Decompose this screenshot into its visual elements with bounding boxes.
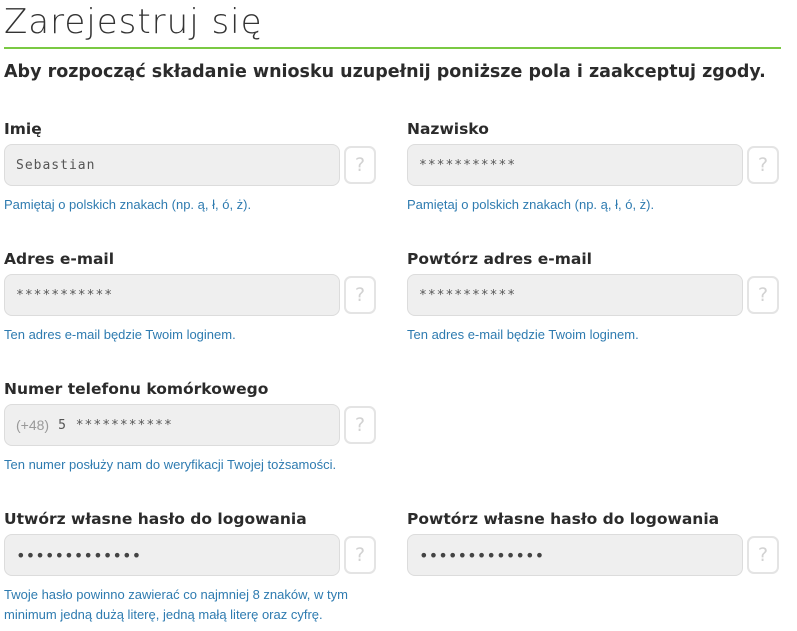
email-repeat-input[interactable]: *********** (407, 274, 743, 316)
question-mark-icon[interactable]: ? (344, 146, 376, 184)
password-label: Utwórz własne hasło do logowania (4, 510, 307, 528)
password-input[interactable]: ••••••••••••• (4, 534, 340, 576)
question-mark-icon[interactable]: ? (747, 536, 779, 574)
email-label: Adres e-mail (4, 250, 115, 268)
page-title: Zarejestruj się (4, 2, 263, 42)
page-subtitle: Aby rozpocząć składanie wniosku uzupełni… (4, 62, 766, 82)
password-repeat-value: ••••••••••••• (419, 545, 545, 565)
first-name-input[interactable]: Sebastian (4, 144, 340, 186)
title-underline (4, 47, 781, 49)
email-repeat-value: *********** (419, 287, 517, 303)
first-name-group: Imię Sebastian ? Pamiętaj o polskich zna… (4, 118, 381, 215)
first-name-hint: Pamiętaj o polskich znakach (np. ą, ł, ó… (4, 197, 252, 212)
password-repeat-input[interactable]: ••••••••••••• (407, 534, 743, 576)
phone-label: Numer telefonu komórkowego (4, 380, 269, 398)
last-name-label: Nazwisko (407, 120, 489, 138)
phone-value: 5 *********** (58, 417, 173, 433)
password-value: ••••••••••••• (16, 545, 142, 565)
last-name-hint: Pamiętaj o polskich znakach (np. ą, ł, ó… (407, 197, 655, 212)
last-name-value: *********** (419, 157, 517, 173)
first-name-value: Sebastian (16, 157, 96, 173)
phone-input[interactable]: (+48) 5 *********** (4, 404, 340, 446)
password-group: Utwórz własne hasło do logowania •••••••… (4, 508, 381, 625)
password-hint: Twoje hasło powinno zawierać co najmniej… (4, 587, 348, 622)
password-repeat-group: Powtórz własne hasło do logowania ••••••… (407, 508, 784, 576)
first-name-label: Imię (4, 120, 42, 138)
email-hint: Ten adres e-mail będzie Twoim loginem. (4, 327, 236, 342)
phone-hint: Ten numer posłuży nam do weryfikacji Two… (4, 457, 337, 472)
email-repeat-label: Powtórz adres e-mail (407, 250, 592, 268)
phone-prefix: (+48) (16, 417, 50, 433)
email-value: *********** (16, 287, 114, 303)
email-repeat-hint: Ten adres e-mail będzie Twoim loginem. (407, 327, 639, 342)
last-name-input[interactable]: *********** (407, 144, 743, 186)
question-mark-icon[interactable]: ? (747, 276, 779, 314)
question-mark-icon[interactable]: ? (747, 146, 779, 184)
question-mark-icon[interactable]: ? (344, 536, 376, 574)
password-repeat-label: Powtórz własne hasło do logowania (407, 510, 720, 528)
email-input[interactable]: *********** (4, 274, 340, 316)
question-mark-icon[interactable]: ? (344, 276, 376, 314)
last-name-group: Nazwisko *********** ? Pamiętaj o polski… (407, 118, 784, 215)
question-mark-icon[interactable]: ? (344, 406, 376, 444)
email-repeat-group: Powtórz adres e-mail *********** ? Ten a… (407, 248, 784, 345)
email-group: Adres e-mail *********** ? Ten adres e-m… (4, 248, 381, 345)
phone-group: Numer telefonu komórkowego (+48) 5 *****… (4, 378, 381, 475)
